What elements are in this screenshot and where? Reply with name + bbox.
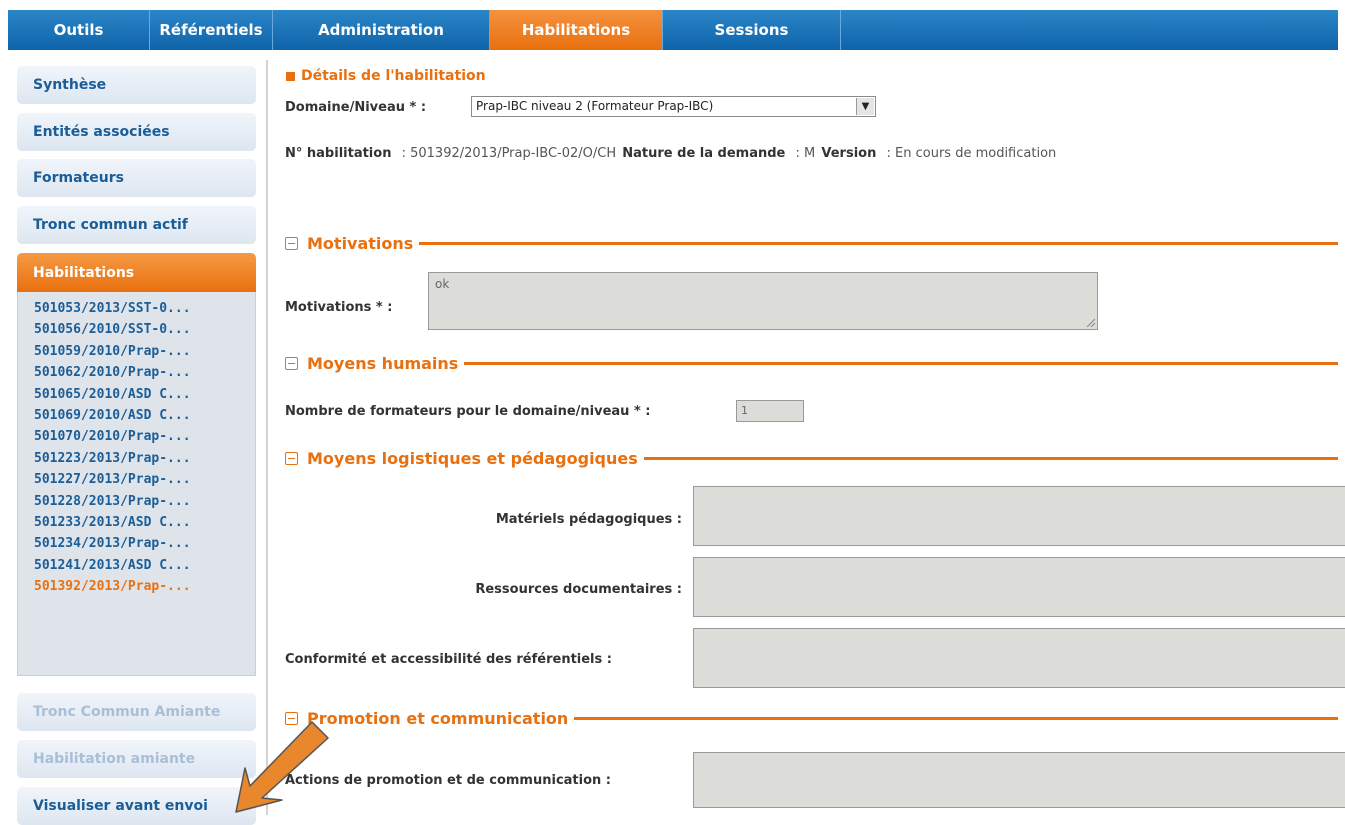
annotation-arrow-icon (235, 721, 329, 813)
